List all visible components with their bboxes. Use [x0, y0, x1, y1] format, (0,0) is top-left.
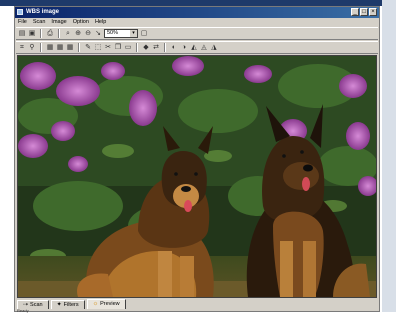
separator [164, 43, 166, 52]
minimize-button[interactable]: _ [351, 8, 359, 16]
title-bar[interactable]: WBS image _ □ × [15, 7, 379, 18]
mode-tabs: ⇢ Scan ✦ Filters ☼ Preview [17, 298, 377, 309]
open-icon[interactable]: ▤ [18, 30, 26, 38]
menu-bar: File Scan Image Option Help [15, 18, 379, 27]
menu-image[interactable]: Image [51, 18, 66, 27]
select-icon[interactable]: ⬚ [94, 44, 102, 52]
tab-label: Preview [100, 301, 120, 307]
color-icon[interactable]: ◭ [190, 44, 198, 52]
hue-icon[interactable]: ◬ [200, 44, 208, 52]
main-toolbar: ▤ ▣ ⎙ ⌕ ⊕ ⊖ ↘ 50% ▾ ▢ [16, 27, 378, 40]
grid2-icon[interactable]: ▦ [56, 44, 64, 52]
menu-file[interactable]: File [18, 18, 27, 27]
separator [40, 29, 42, 38]
print-icon[interactable]: ⎙ [46, 30, 54, 38]
separator [40, 43, 42, 52]
copy-icon[interactable]: ❐ [114, 44, 122, 52]
image-canvas[interactable] [17, 55, 377, 298]
app-window: WBS image _ □ × File Scan Image Option H… [14, 6, 380, 313]
paste-icon[interactable]: ▭ [124, 44, 132, 52]
fit-icon[interactable]: ↘ [94, 30, 102, 38]
brightness-icon[interactable]: ◐ [170, 44, 178, 52]
zoom-out-icon[interactable]: ⊖ [84, 30, 92, 38]
grid3-icon[interactable]: ▦ [66, 44, 74, 52]
menu-option[interactable]: Option [73, 18, 89, 27]
app-icon [17, 9, 23, 15]
close-button[interactable]: × [369, 8, 377, 16]
separator [78, 43, 80, 52]
flip-icon[interactable]: ⇄ [152, 44, 160, 52]
save-icon[interactable]: ▣ [28, 30, 36, 38]
status-text: Ready [17, 308, 29, 313]
desktop-right [382, 0, 396, 312]
tab-filters[interactable]: ✦ Filters [50, 300, 85, 309]
contrast-icon[interactable]: ◑ [180, 44, 188, 52]
zoom-value: 50% [107, 30, 119, 36]
dogs-photo [18, 56, 376, 297]
cut-icon[interactable]: ✂ [104, 44, 112, 52]
pin-icon[interactable]: ⚲ [28, 44, 36, 52]
edit-toolbar: ⌗ ⚲ ▦ ▦ ▦ ✎ ⬚ ✂ ❐ ▭ ◆ ⇄ ◐ ◑ ◭ ◬ ◮ [16, 41, 378, 54]
menu-help[interactable]: Help [95, 18, 106, 27]
maximize-button[interactable]: □ [360, 8, 368, 16]
frame-icon[interactable]: ▢ [140, 30, 148, 38]
status-bar: Ready [17, 309, 377, 313]
window-title: WBS image [26, 9, 60, 15]
menu-scan[interactable]: Scan [33, 18, 46, 27]
zoom-in-icon[interactable]: ⊕ [74, 30, 82, 38]
zoom-icon[interactable]: ⌕ [64, 30, 72, 38]
preview-icon: ☼ [92, 301, 99, 307]
zoom-select[interactable]: 50% ▾ [104, 29, 138, 38]
rotate-icon[interactable]: ◆ [142, 44, 150, 52]
chevron-down-icon: ▾ [130, 30, 137, 37]
draw-icon[interactable]: ✎ [84, 44, 92, 52]
crop-icon[interactable]: ⌗ [18, 44, 26, 52]
levels-icon[interactable]: ◮ [210, 44, 218, 52]
tab-preview[interactable]: ☼ Preview [86, 299, 126, 309]
grid-icon[interactable]: ▦ [46, 44, 54, 52]
separator [58, 29, 60, 38]
separator [136, 43, 138, 52]
